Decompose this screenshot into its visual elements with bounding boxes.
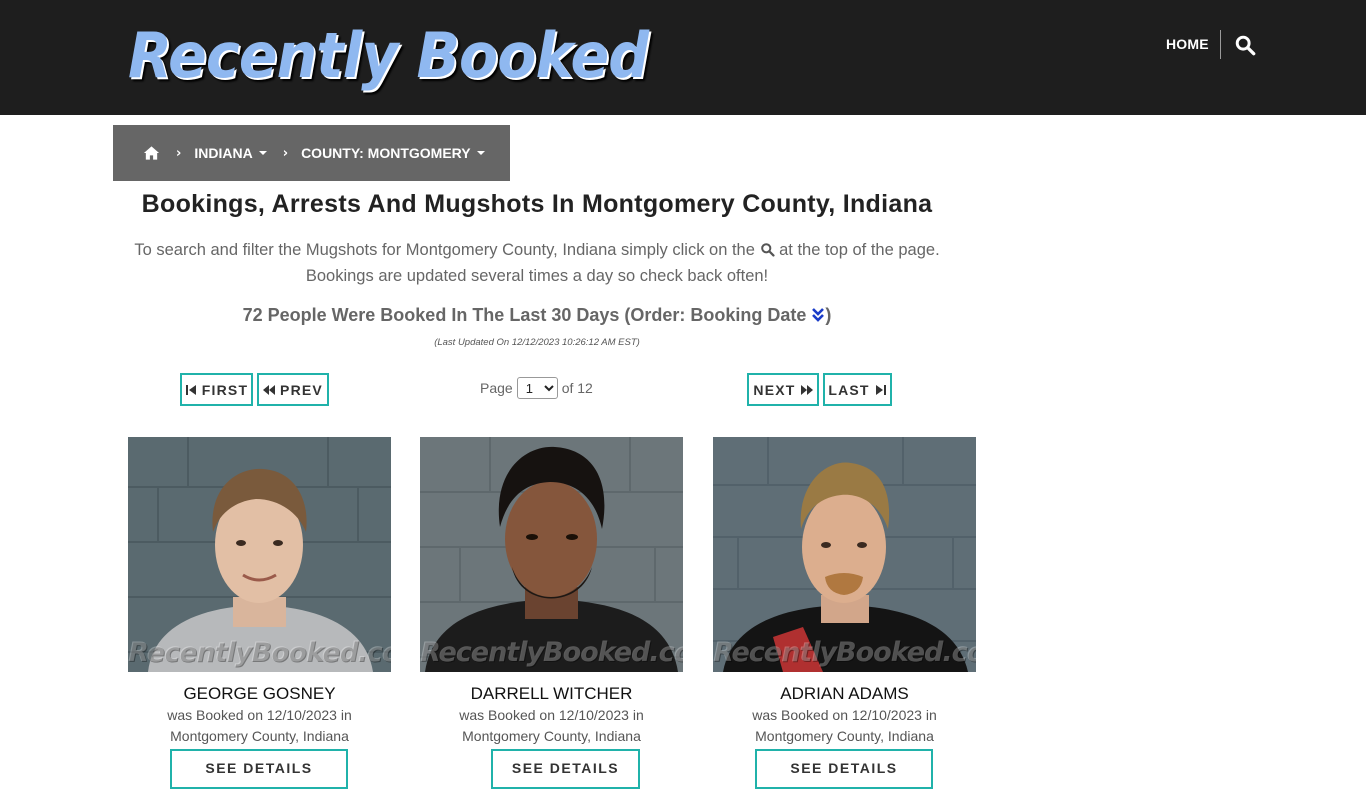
breadcrumb-state-dropdown[interactable]: INDIANA (194, 145, 267, 161)
intro-text: To search and filter the Mugshots for Mo… (113, 237, 961, 289)
site-logo-text: Recently Booked (128, 19, 649, 92)
watermark: RecentlyBooked.com (713, 637, 976, 668)
watermark: RecentlyBooked.com (128, 637, 391, 668)
watermark: RecentlyBooked.com (420, 637, 683, 668)
first-page-button[interactable]: FIRST (180, 373, 253, 406)
breadcrumb-state-label: INDIANA (194, 145, 253, 161)
last-label: LAST (828, 381, 870, 398)
booking-card: RecentlyBooked.com DARRELL WITCHER was B… (420, 437, 683, 789)
prev-page-button[interactable]: PREV (257, 373, 329, 406)
mugshot-photo[interactable]: RecentlyBooked.com (128, 437, 391, 672)
booking-info-line2: Montgomery County, Indiana (755, 728, 934, 744)
see-details-button[interactable]: SEE DETAILS (491, 749, 640, 789)
mugshot-photo[interactable]: RecentlyBooked.com (713, 437, 976, 672)
inmate-name[interactable]: ADRIAN ADAMS (713, 684, 976, 704)
booking-info-line1: was Booked on 12/10/2023 in (459, 707, 644, 723)
double-chevron-down-icon[interactable] (811, 307, 825, 323)
booking-card: RecentlyBooked.com GEORGE GOSNEY was Boo… (128, 437, 391, 789)
last-page-button[interactable]: LAST (823, 373, 892, 406)
page-label: Page (480, 380, 513, 396)
chevron-right-icon: › (176, 145, 182, 161)
see-details-button[interactable]: SEE DETAILS (755, 749, 933, 789)
forward-icon (800, 384, 813, 395)
booking-info-line2: Montgomery County, Indiana (462, 728, 641, 744)
page-indicator: Page 1 of 12 (480, 377, 593, 399)
site-header: Recently Booked HOME (0, 0, 1366, 115)
booking-count-text: 72 People Were Booked In The Last 30 Day… (242, 305, 807, 325)
mugshot-photo[interactable]: RecentlyBooked.com (420, 437, 683, 672)
search-icon (760, 239, 775, 257)
caret-down-icon (476, 151, 485, 155)
page-select[interactable]: 1 (516, 377, 558, 399)
see-details-button[interactable]: SEE DETAILS (170, 749, 348, 789)
inmate-name[interactable]: DARRELL WITCHER (420, 684, 683, 704)
page-total: of 12 (561, 380, 593, 396)
booking-info-line2: Montgomery County, Indiana (170, 728, 349, 744)
first-label: FIRST (201, 381, 249, 398)
next-page-button[interactable]: NEXT (747, 373, 819, 406)
skip-first-icon (185, 384, 196, 395)
page-title: Bookings, Arrests And Mugshots In Montgo… (141, 190, 933, 218)
backward-icon (263, 384, 276, 395)
breadcrumb-county-dropdown[interactable]: COUNTY: MONTGOMERY (301, 145, 485, 161)
site-logo[interactable]: Recently Booked (128, 18, 649, 94)
caret-down-icon (258, 151, 267, 155)
booking-count-heading: 72 People Were Booked In The Last 30 Day… (113, 305, 961, 326)
home-icon[interactable] (143, 145, 160, 161)
inmate-name[interactable]: GEORGE GOSNEY (128, 684, 391, 704)
chevron-right-icon: › (282, 145, 289, 161)
intro-text-before: To search and filter the Mugshots for Mo… (134, 241, 755, 259)
prev-label: PREV (280, 381, 323, 398)
booking-info-line1: was Booked on 12/10/2023 in (167, 707, 352, 723)
intro-text-line2: Bookings are updated several times a day… (305, 267, 769, 285)
booking-count-close: ) (825, 305, 832, 325)
breadcrumb: › INDIANA › COUNTY: MONTGOMERY (113, 125, 510, 181)
search-icon[interactable] (1234, 34, 1256, 56)
last-updated: (Last Updated On 12/12/2023 10:26:12 AM … (434, 337, 640, 348)
breadcrumb-county-label: COUNTY: MONTGOMERY (301, 145, 471, 161)
skip-last-icon (875, 384, 886, 395)
intro-text-after: at the top of the page. (779, 241, 940, 259)
booking-card: RecentlyBooked.com ADRIAN ADAMS was Book… (713, 437, 976, 789)
nav-home-link[interactable]: HOME (1166, 36, 1209, 52)
next-label: NEXT (753, 381, 796, 398)
booking-info-line1: was Booked on 12/10/2023 in (752, 707, 937, 723)
nav-divider (1220, 30, 1221, 59)
